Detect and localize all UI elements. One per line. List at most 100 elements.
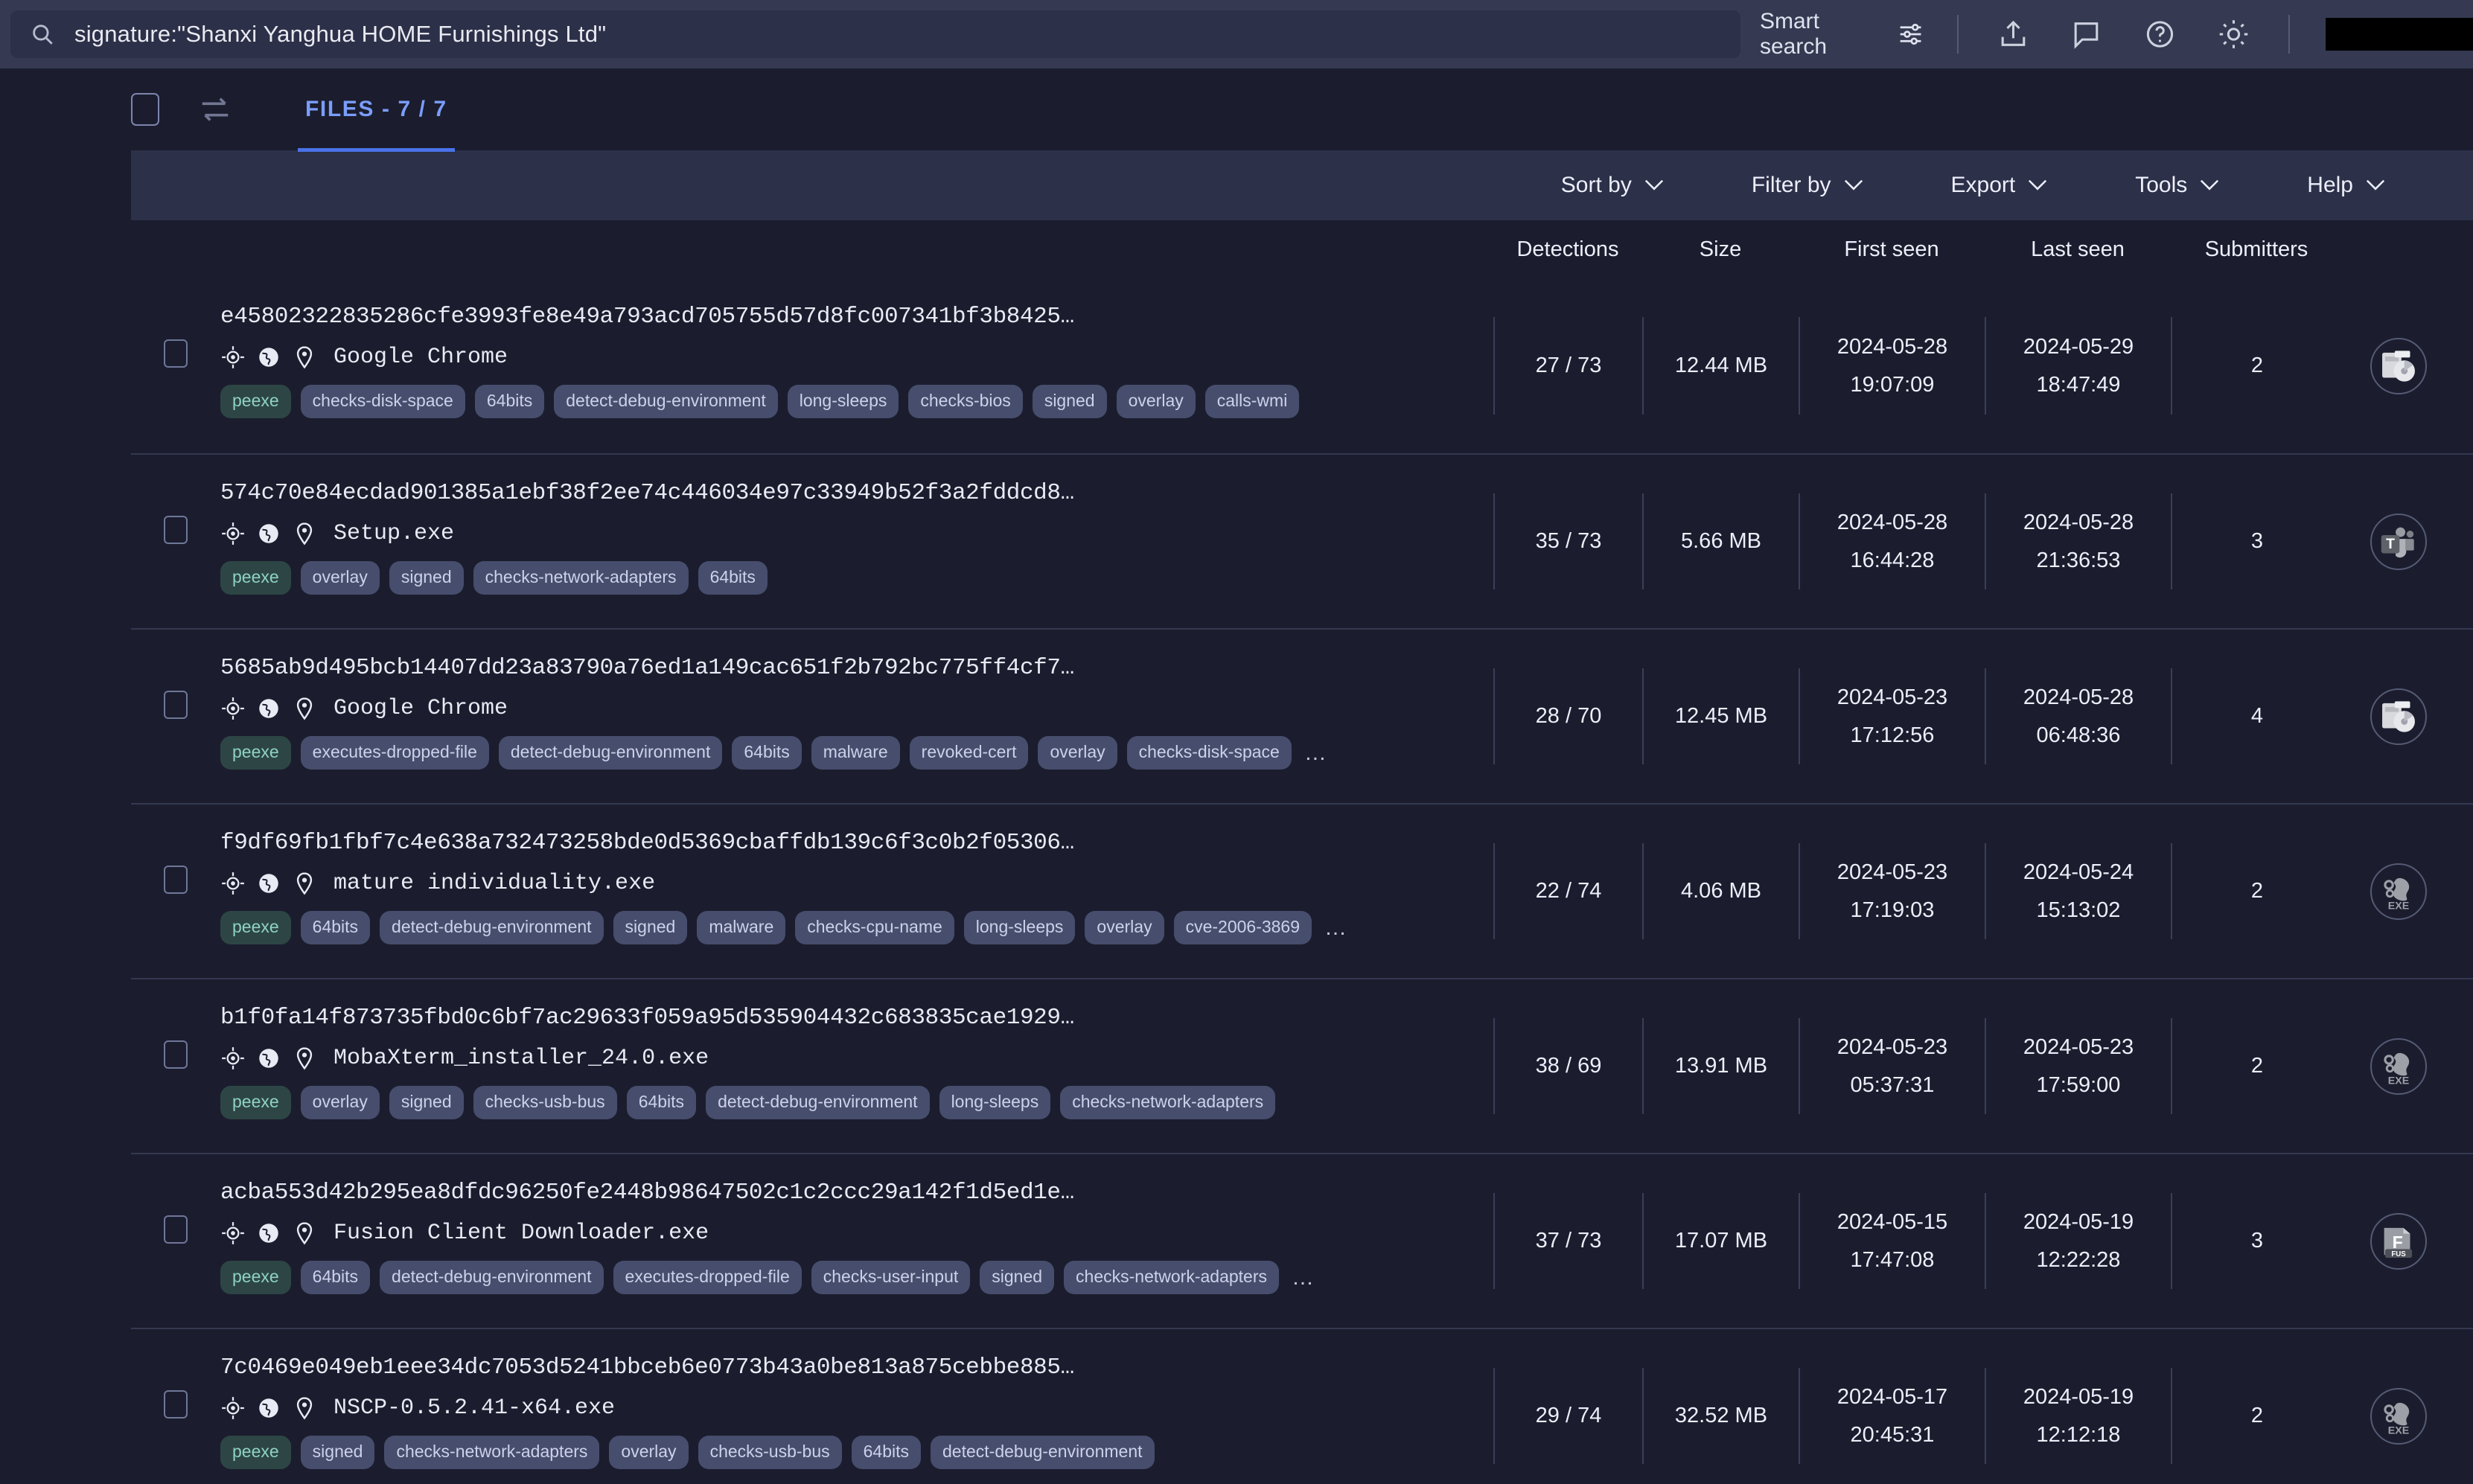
search-field[interactable]: signature:"Shanxi Yanghua HOME Furnishin… <box>10 10 1740 58</box>
tag[interactable]: long-sleeps <box>963 911 1076 944</box>
globe-icon[interactable] <box>256 345 281 370</box>
tag[interactable]: executes-dropped-file <box>300 736 489 770</box>
tab-files[interactable]: FILES - 7 / 7 <box>298 70 455 152</box>
file-hash-link[interactable]: 574c70e84ecdad901385a1ebf38f2ee74c446034… <box>220 480 1493 506</box>
select-all-checkbox[interactable] <box>131 93 159 126</box>
table-row[interactable]: b1f0fa14f873735fbd0c6bf7ac29633f059a95d5… <box>131 978 2473 1153</box>
location-pin-icon[interactable] <box>292 871 317 896</box>
globe-icon[interactable] <box>256 696 281 721</box>
location-pin-icon[interactable] <box>292 1395 317 1421</box>
location-pin-icon[interactable] <box>292 521 317 546</box>
location-pin-icon[interactable] <box>292 1221 317 1246</box>
tag[interactable]: overlay <box>300 1086 380 1119</box>
tag[interactable]: checks-bios <box>908 385 1023 418</box>
help-circle-icon[interactable] <box>2144 17 2176 51</box>
tag[interactable]: calls-wmi <box>1204 385 1300 418</box>
tag[interactable]: checks-network-adapters <box>1060 1086 1276 1119</box>
tag[interactable]: cve-2006-3869 <box>1173 911 1312 944</box>
globe-icon[interactable] <box>256 1221 281 1246</box>
tag[interactable]: checks-user-input <box>811 1261 971 1294</box>
tag[interactable]: detect-debug-environment <box>380 911 604 944</box>
globe-icon[interactable] <box>256 1046 281 1071</box>
table-row[interactable]: f9df69fb1fbf7c4e638a732473258bde0d5369cb… <box>131 803 2473 978</box>
tag[interactable]: detect-debug-environment <box>380 1261 604 1294</box>
tag[interactable]: detect-debug-environment <box>931 1436 1155 1469</box>
table-row[interactable]: 7c0469e049eb1eee34dc7053d5241bbceb6e0773… <box>131 1328 2473 1484</box>
row-checkbox[interactable] <box>164 339 188 368</box>
tag[interactable]: revoked-cert <box>909 736 1029 770</box>
tag[interactable]: long-sleeps <box>939 1086 1051 1119</box>
tag[interactable]: signed <box>389 561 464 595</box>
tag[interactable]: checks-usb-bus <box>698 1436 842 1469</box>
swap-arrows-icon[interactable] <box>198 92 232 127</box>
file-hash-link[interactable]: b1f0fa14f873735fbd0c6bf7ac29633f059a95d5… <box>220 1005 1493 1031</box>
tag[interactable]: peexe <box>220 1261 291 1294</box>
tag[interactable]: 64bits <box>300 911 371 944</box>
location-pin-icon[interactable] <box>292 345 317 370</box>
crosshair-eye-icon[interactable] <box>220 1221 246 1246</box>
file-hash-link[interactable]: e45802322835286cfe3993fe8e49a793acd70575… <box>220 304 1493 330</box>
tag[interactable]: 64bits <box>732 736 802 770</box>
tag[interactable]: detect-debug-environment <box>554 385 778 418</box>
tag[interactable]: 64bits <box>474 385 545 418</box>
sort-by-dropdown[interactable]: Sort by <box>1561 173 1664 198</box>
row-checkbox[interactable] <box>164 1390 188 1419</box>
crosshair-eye-icon[interactable] <box>220 1395 246 1421</box>
tag[interactable]: 64bits <box>626 1086 697 1119</box>
globe-icon[interactable] <box>256 521 281 546</box>
more-tags-button[interactable]: … <box>1301 741 1328 766</box>
row-checkbox[interactable] <box>164 516 188 544</box>
sun-theme-icon[interactable] <box>2218 17 2250 51</box>
tag[interactable]: 64bits <box>698 561 768 595</box>
tag[interactable]: peexe <box>220 1436 291 1469</box>
globe-icon[interactable] <box>256 1395 281 1421</box>
tag[interactable]: overlay <box>1038 736 1117 770</box>
more-tags-button[interactable]: … <box>1289 1265 1315 1290</box>
tag[interactable]: peexe <box>220 911 291 944</box>
tag[interactable]: signed <box>980 1261 1055 1294</box>
row-checkbox[interactable] <box>164 1040 188 1069</box>
tag[interactable]: detect-debug-environment <box>498 736 723 770</box>
tag[interactable]: 64bits <box>851 1436 922 1469</box>
table-row[interactable]: 5685ab9d495bcb14407dd23a83790a76ed1a149c… <box>131 628 2473 803</box>
tag[interactable]: overlay <box>1085 911 1164 944</box>
tag[interactable]: peexe <box>220 1086 291 1119</box>
row-checkbox[interactable] <box>164 1215 188 1244</box>
file-hash-link[interactable]: acba553d42b295ea8dfdc96250fe2448b9864750… <box>220 1180 1493 1206</box>
tag[interactable]: malware <box>811 736 900 770</box>
tag[interactable]: overlay <box>609 1436 689 1469</box>
table-row[interactable]: 574c70e84ecdad901385a1ebf38f2ee74c446034… <box>131 453 2473 628</box>
file-hash-link[interactable]: 5685ab9d495bcb14407dd23a83790a76ed1a149c… <box>220 655 1493 681</box>
tag[interactable]: checks-cpu-name <box>795 911 954 944</box>
smart-search-button[interactable]: Smart search <box>1757 9 1939 60</box>
more-tags-button[interactable]: … <box>1321 915 1348 941</box>
location-pin-icon[interactable] <box>292 696 317 721</box>
tag[interactable]: checks-usb-bus <box>473 1086 617 1119</box>
tag[interactable]: peexe <box>220 385 291 418</box>
table-row[interactable]: acba553d42b295ea8dfdc96250fe2448b9864750… <box>131 1153 2473 1328</box>
row-checkbox[interactable] <box>164 866 188 894</box>
tag[interactable]: signed <box>300 1436 375 1469</box>
tag[interactable]: signed <box>1032 385 1107 418</box>
crosshair-eye-icon[interactable] <box>220 1046 246 1071</box>
crosshair-eye-icon[interactable] <box>220 871 246 896</box>
tag[interactable]: checks-network-adapters <box>384 1436 600 1469</box>
upload-icon[interactable] <box>1997 17 2029 51</box>
tag[interactable]: signed <box>613 911 688 944</box>
filter-by-dropdown[interactable]: Filter by <box>1752 173 1863 198</box>
comment-icon[interactable] <box>2070 17 2102 51</box>
file-hash-link[interactable]: 7c0469e049eb1eee34dc7053d5241bbceb6e0773… <box>220 1355 1493 1381</box>
row-checkbox[interactable] <box>164 691 188 719</box>
tag[interactable]: detect-debug-environment <box>706 1086 930 1119</box>
tools-dropdown[interactable]: Tools <box>2135 173 2219 198</box>
tag[interactable]: executes-dropped-file <box>613 1261 802 1294</box>
crosshair-eye-icon[interactable] <box>220 696 246 721</box>
help-dropdown[interactable]: Help <box>2307 173 2385 198</box>
export-dropdown[interactable]: Export <box>1951 173 2048 198</box>
tag[interactable]: peexe <box>220 736 291 770</box>
tag[interactable]: overlay <box>1116 385 1196 418</box>
tag[interactable]: 64bits <box>300 1261 371 1294</box>
crosshair-eye-icon[interactable] <box>220 345 246 370</box>
table-row[interactable]: e45802322835286cfe3993fe8e49a793acd70575… <box>131 278 2473 453</box>
tag[interactable]: peexe <box>220 561 291 595</box>
